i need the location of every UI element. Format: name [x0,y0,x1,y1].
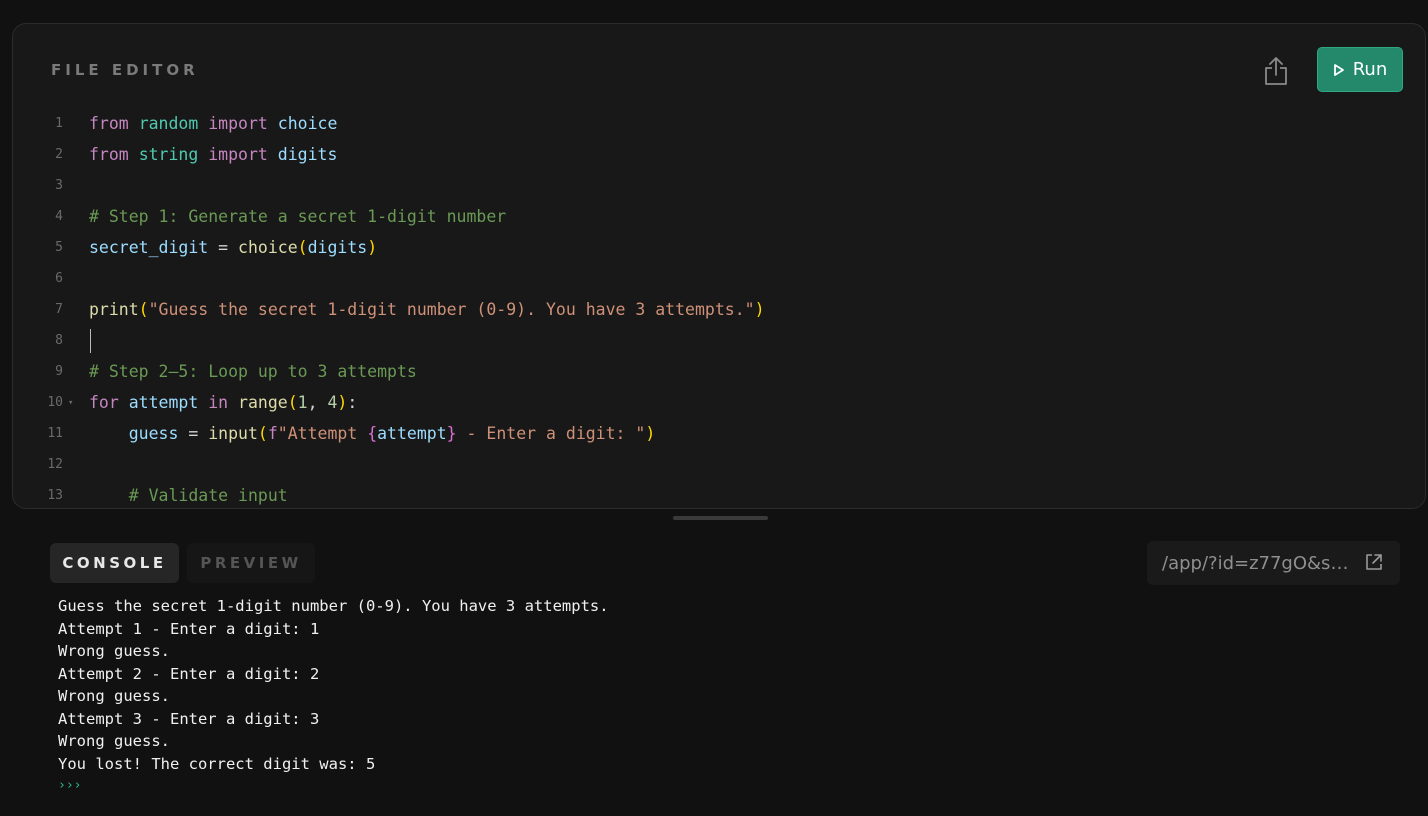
fold-arrow-icon[interactable]: ▾ [68,398,73,408]
line-number: 9 [55,364,63,379]
console-line: Wrong guess. [58,732,170,750]
share-button[interactable] [1262,55,1290,87]
line-number: 6 [55,271,63,286]
share-icon [1265,57,1287,85]
code-line: 10 ▾ for attempt in range(1, 4): [13,387,1425,418]
console-line: Attempt 1 - Enter a digit: 1 [58,619,320,638]
console-line: Wrong guess. [58,687,170,705]
code-line: 12 [13,449,1425,480]
tab-console[interactable]: CONSOLE [50,543,179,583]
code-line: 7 print("Guess the secret 1-digit number… [13,294,1425,325]
code-line: 2 from string import digits [13,139,1425,170]
console-line: Attempt 2 - Enter a digit: 2 [58,664,320,683]
console-line: You lost! The correct digit was: 5 [58,754,376,773]
line-number: 13 [47,488,63,503]
line-number: 12 [47,457,63,472]
editor-title: FILE EDITOR [51,61,199,79]
code-line: 9 # Step 2–5: Loop up to 3 attempts [13,356,1425,387]
line-number: 2 [55,147,63,162]
line-number: 11 [47,426,63,441]
console-output: Guess the secret 1-digit number (0-9). Y… [58,595,609,798]
console-line: Wrong guess. [58,642,170,660]
line-number: 4 [55,209,63,224]
code-line: 13 # Validate input [13,480,1425,508]
code-editor[interactable]: 1 from random import choice 2 from strin… [13,108,1425,508]
code-line: 6 [13,263,1425,294]
line-number: 8 [55,333,63,348]
line-number: 7 [55,302,63,317]
console-line: Attempt 3 - Enter a digit: 3 [58,709,320,728]
file-editor-panel: FILE EDITOR Run 1 from random import cho… [12,23,1426,509]
code-line: 1 from random import choice [13,108,1425,139]
play-icon [1333,63,1344,76]
code-line: 5 secret_digit = choice(digits) [13,232,1425,263]
preview-url-link[interactable]: /app/?id=z77gO&so... [1147,541,1400,585]
run-label: Run [1352,59,1388,80]
tab-preview[interactable]: PREVIEW [187,543,315,583]
console-line: Guess the secret 1-digit number (0-9). Y… [58,597,609,615]
panel-resize-handle[interactable] [673,516,768,520]
code-line: 11 guess = input(f"Attempt {attempt} - E… [13,418,1425,449]
run-button[interactable]: Run [1317,47,1403,92]
line-number: 1 [55,116,63,131]
code-line: 8 [13,325,1425,356]
line-number: 5 [55,240,63,255]
line-number: 10 [47,395,63,410]
code-line: 3 [13,170,1425,201]
console-prompt[interactable]: ››› [58,775,609,798]
text-cursor [90,329,91,353]
line-number: 3 [55,178,63,193]
preview-url: /app/?id=z77gO&so... [1162,552,1352,574]
code-line: 4 # Step 1: Generate a secret 1-digit nu… [13,201,1425,232]
external-link-icon [1366,554,1382,570]
